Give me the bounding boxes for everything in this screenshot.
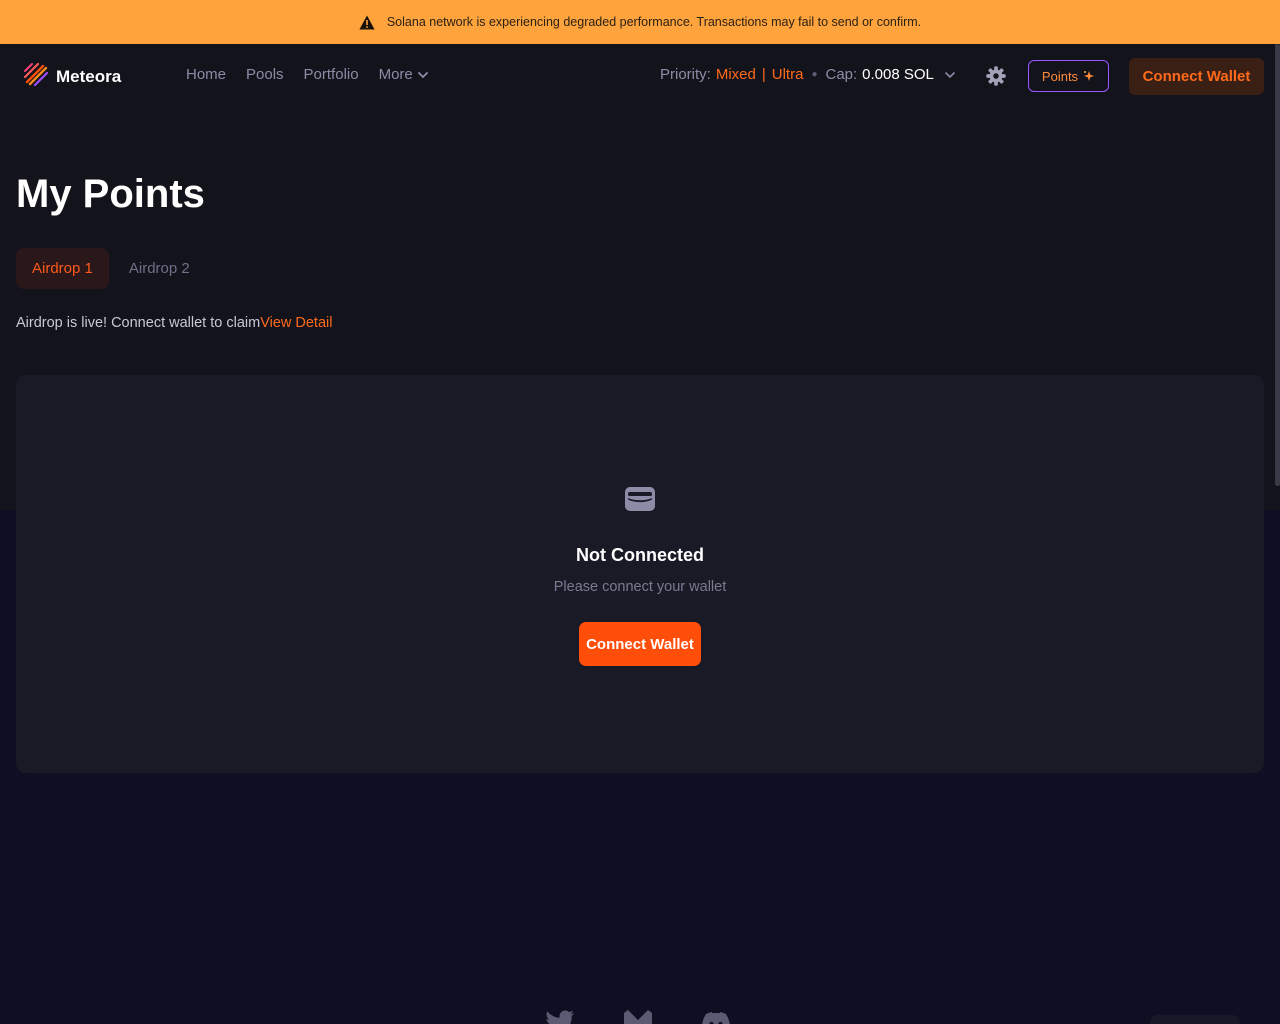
- priority-level: Ultra: [771, 66, 804, 83]
- points-button[interactable]: Points: [1028, 60, 1109, 92]
- card-title: Not Connected: [576, 545, 704, 565]
- gear-icon[interactable]: [985, 65, 1007, 92]
- brand-logo[interactable]: Meteora: [23, 62, 122, 91]
- notice-text: Airdrop is live! Connect wallet to claim: [16, 315, 261, 331]
- wallet-icon: [625, 487, 655, 516]
- card-subtitle: Please connect your wallet: [553, 579, 727, 595]
- airdrop-tabs: Airdrop 1 Airdrop 2: [16, 248, 206, 289]
- points-label: Points: [1041, 68, 1079, 84]
- cap-value: 0.008 SOL: [862, 66, 934, 83]
- airdrop-notice: Airdrop is live! Connect wallet to claim…: [16, 315, 332, 331]
- priority-mode: Mixed: [715, 66, 756, 83]
- priority-divider: |: [761, 66, 766, 83]
- cap-label: Cap:: [825, 66, 858, 83]
- brand-name: Meteora: [56, 66, 122, 86]
- priority-label: Priority:: [660, 66, 711, 83]
- main-menu: Home Pools Portfolio More: [186, 66, 429, 83]
- warning-icon: [359, 15, 375, 30]
- nav-item-more[interactable]: More: [379, 66, 429, 83]
- nav-item-home[interactable]: Home: [186, 66, 226, 83]
- tab-airdrop-1[interactable]: Airdrop 1: [16, 248, 109, 289]
- chevron-down-icon: [944, 69, 956, 81]
- nav-item-portfolio[interactable]: Portfolio: [304, 66, 359, 83]
- banner-text: Solana network is experiencing degraded …: [386, 15, 922, 29]
- nav-item-more-label: More: [378, 66, 413, 83]
- nav-item-pools[interactable]: Pools: [246, 66, 284, 83]
- view-detail-link[interactable]: View Detail: [260, 315, 332, 331]
- network-warning-banner: Solana network is experiencing degraded …: [0, 0, 1280, 44]
- meteora-logo-icon: [23, 62, 49, 91]
- twitter-icon[interactable]: [545, 1010, 575, 1024]
- footer-social-links: [545, 1010, 731, 1024]
- chevron-down-icon: [417, 71, 428, 78]
- priority-fee-selector[interactable]: Priority: Mixed | Ultra ● Cap: 0.008 SOL: [660, 66, 956, 83]
- separator-dot: ●: [811, 69, 818, 80]
- tab-airdrop-2[interactable]: Airdrop 2: [113, 248, 206, 289]
- discord-icon[interactable]: [701, 1010, 731, 1024]
- connect-wallet-button-header[interactable]: Connect Wallet: [1129, 58, 1264, 95]
- corner-widget[interactable]: [1150, 1015, 1240, 1024]
- sparkle-icon: [1084, 71, 1095, 81]
- medium-icon[interactable]: [623, 1010, 653, 1024]
- not-connected-card: Not Connected Please connect your wallet…: [16, 375, 1264, 773]
- scrollbar[interactable]: [1275, 44, 1280, 486]
- page-title: My Points: [16, 172, 205, 216]
- connect-wallet-button[interactable]: Connect Wallet: [579, 622, 701, 666]
